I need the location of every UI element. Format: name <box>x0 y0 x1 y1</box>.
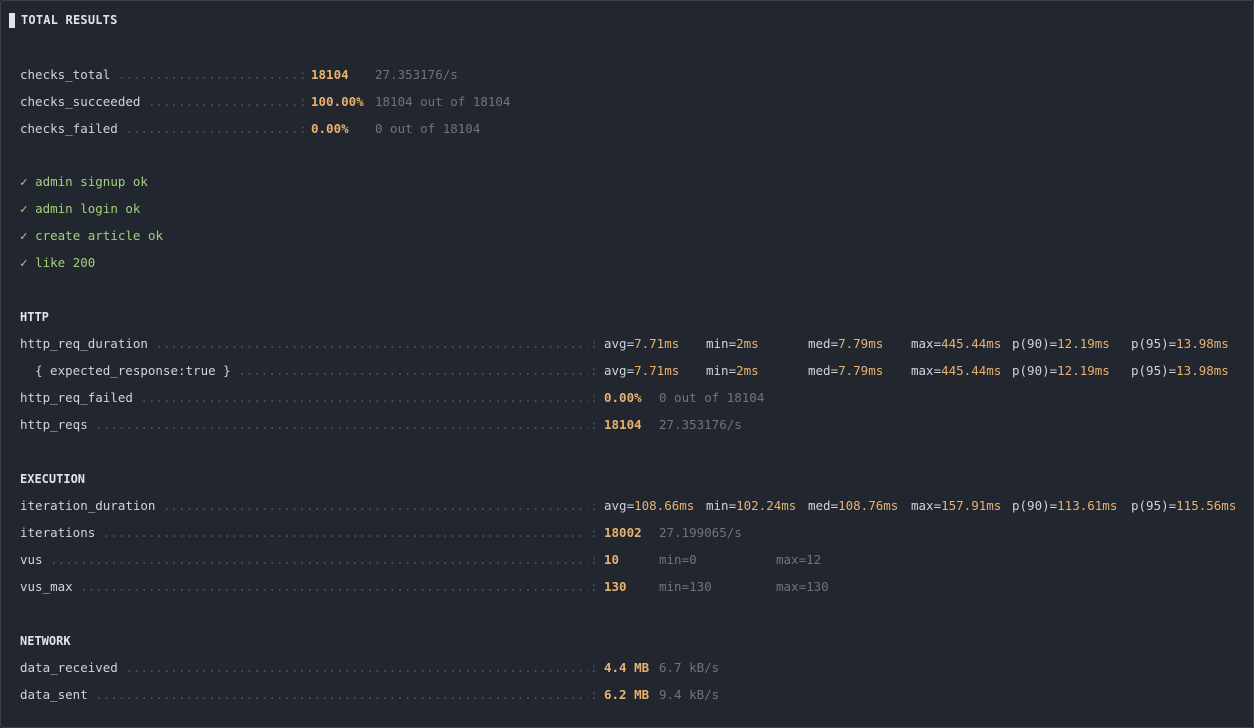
stat-med: med=7.79ms <box>808 336 884 351</box>
check-item: ✓ like 200 <box>20 254 95 272</box>
stat-p95: p(95)=13.98ms <box>1131 336 1229 351</box>
results-title: TOTAL RESULTS <box>21 13 118 27</box>
stat-avg: avg=7.71ms <box>604 363 680 378</box>
metric-separator: : <box>590 552 598 567</box>
stat-min: min=102.24ms <box>706 498 797 513</box>
metric-name: data_received <box>20 659 588 677</box>
stat-med: med=108.76ms <box>808 498 899 513</box>
check-label: like 200 <box>35 255 96 270</box>
metric-value: 4.4 MB <box>604 660 650 675</box>
metric-separator: : <box>590 390 598 405</box>
metric-separator: : <box>590 525 598 540</box>
metric-separator: : <box>590 579 598 594</box>
checkmark-icon: ✓ <box>20 174 28 189</box>
metric-value: 130 <box>604 579 627 594</box>
check-label: admin login ok <box>35 201 141 216</box>
metric-extra: 9.4 kB/s <box>659 687 720 702</box>
metric-name: iterations <box>20 524 588 542</box>
metric-min: min=130 <box>659 579 712 594</box>
checkmark-icon: ✓ <box>20 228 28 243</box>
stat-p90: p(90)=12.19ms <box>1012 336 1110 351</box>
metric-name: http_reqs <box>20 416 588 434</box>
check-label: create article ok <box>35 228 163 243</box>
stat-max: max=157.91ms <box>911 498 1002 513</box>
metric-name: checks_total <box>20 66 297 84</box>
metric-value: 6.2 MB <box>604 687 650 702</box>
metric-min: min=0 <box>659 552 697 567</box>
metric-name: http_req_duration <box>20 335 588 353</box>
results-header: TOTAL RESULTS <box>9 11 118 29</box>
block-cursor-icon <box>9 12 15 28</box>
metric-extra: 0 out of 18104 <box>659 390 765 405</box>
stat-p90: p(90)=113.61ms <box>1012 498 1118 513</box>
stat-avg: avg=108.66ms <box>604 498 695 513</box>
metric-value: 18002 <box>604 525 642 540</box>
section-title-execution: EXECUTION <box>20 472 86 486</box>
metric-name: iteration_duration <box>20 497 588 515</box>
metric-extra: 6.7 kB/s <box>659 660 720 675</box>
metric-name: checks_succeeded <box>20 93 297 111</box>
metric-name: vus_max <box>20 578 588 596</box>
metric-name: http_req_failed <box>20 389 588 407</box>
stat-p95: p(95)=13.98ms <box>1131 363 1229 378</box>
metric-name: data_sent <box>20 686 588 704</box>
check-item: ✓ admin login ok <box>20 200 140 218</box>
metric-separator: : <box>590 336 598 351</box>
metric-value: 100.00% <box>311 94 364 109</box>
metric-separator: : <box>590 687 598 702</box>
metric-extra: 27.353176/s <box>375 67 458 82</box>
stat-max: max=445.44ms <box>911 336 1002 351</box>
metric-extra: 27.199065/s <box>659 525 742 540</box>
metric-value: 18104 <box>604 417 642 432</box>
metric-separator: : <box>299 94 307 109</box>
metric-max: max=130 <box>776 579 829 594</box>
stat-p95: p(95)=115.56ms <box>1131 498 1237 513</box>
check-label: admin signup ok <box>35 174 148 189</box>
stat-min: min=2ms <box>706 336 759 351</box>
metric-extra: 0 out of 18104 <box>375 121 481 136</box>
metric-name: checks_failed <box>20 120 297 138</box>
checkmark-icon: ✓ <box>20 201 28 216</box>
metric-separator: : <box>299 67 307 82</box>
terminal-frame: TOTAL RESULTS checks_total : 18104 27.35… <box>0 0 1254 728</box>
metric-separator: : <box>590 417 598 432</box>
metric-value: 10 <box>604 552 620 567</box>
stat-max: max=445.44ms <box>911 363 1002 378</box>
section-title-network: NETWORK <box>20 634 71 648</box>
metric-extra: 27.353176/s <box>659 417 742 432</box>
stat-p90: p(90)=12.19ms <box>1012 363 1110 378</box>
section-title-http: HTTP <box>20 310 49 324</box>
metric-name: vus <box>20 551 588 569</box>
metric-separator: : <box>299 121 307 136</box>
metric-separator: : <box>590 660 598 675</box>
metric-value: 0.00% <box>604 390 642 405</box>
metric-separator: : <box>590 498 598 513</box>
stat-med: med=7.79ms <box>808 363 884 378</box>
metric-separator: : <box>590 363 598 378</box>
metric-extra: 18104 out of 18104 <box>375 94 511 109</box>
metric-value: 18104 <box>311 67 349 82</box>
checkmark-icon: ✓ <box>20 255 28 270</box>
metric-value: 0.00% <box>311 121 349 136</box>
check-item: ✓ admin signup ok <box>20 173 148 191</box>
stat-min: min=2ms <box>706 363 759 378</box>
metric-max: max=12 <box>776 552 822 567</box>
check-item: ✓ create article ok <box>20 227 163 245</box>
stat-avg: avg=7.71ms <box>604 336 680 351</box>
metric-name: { expected_response:true } <box>35 362 588 380</box>
